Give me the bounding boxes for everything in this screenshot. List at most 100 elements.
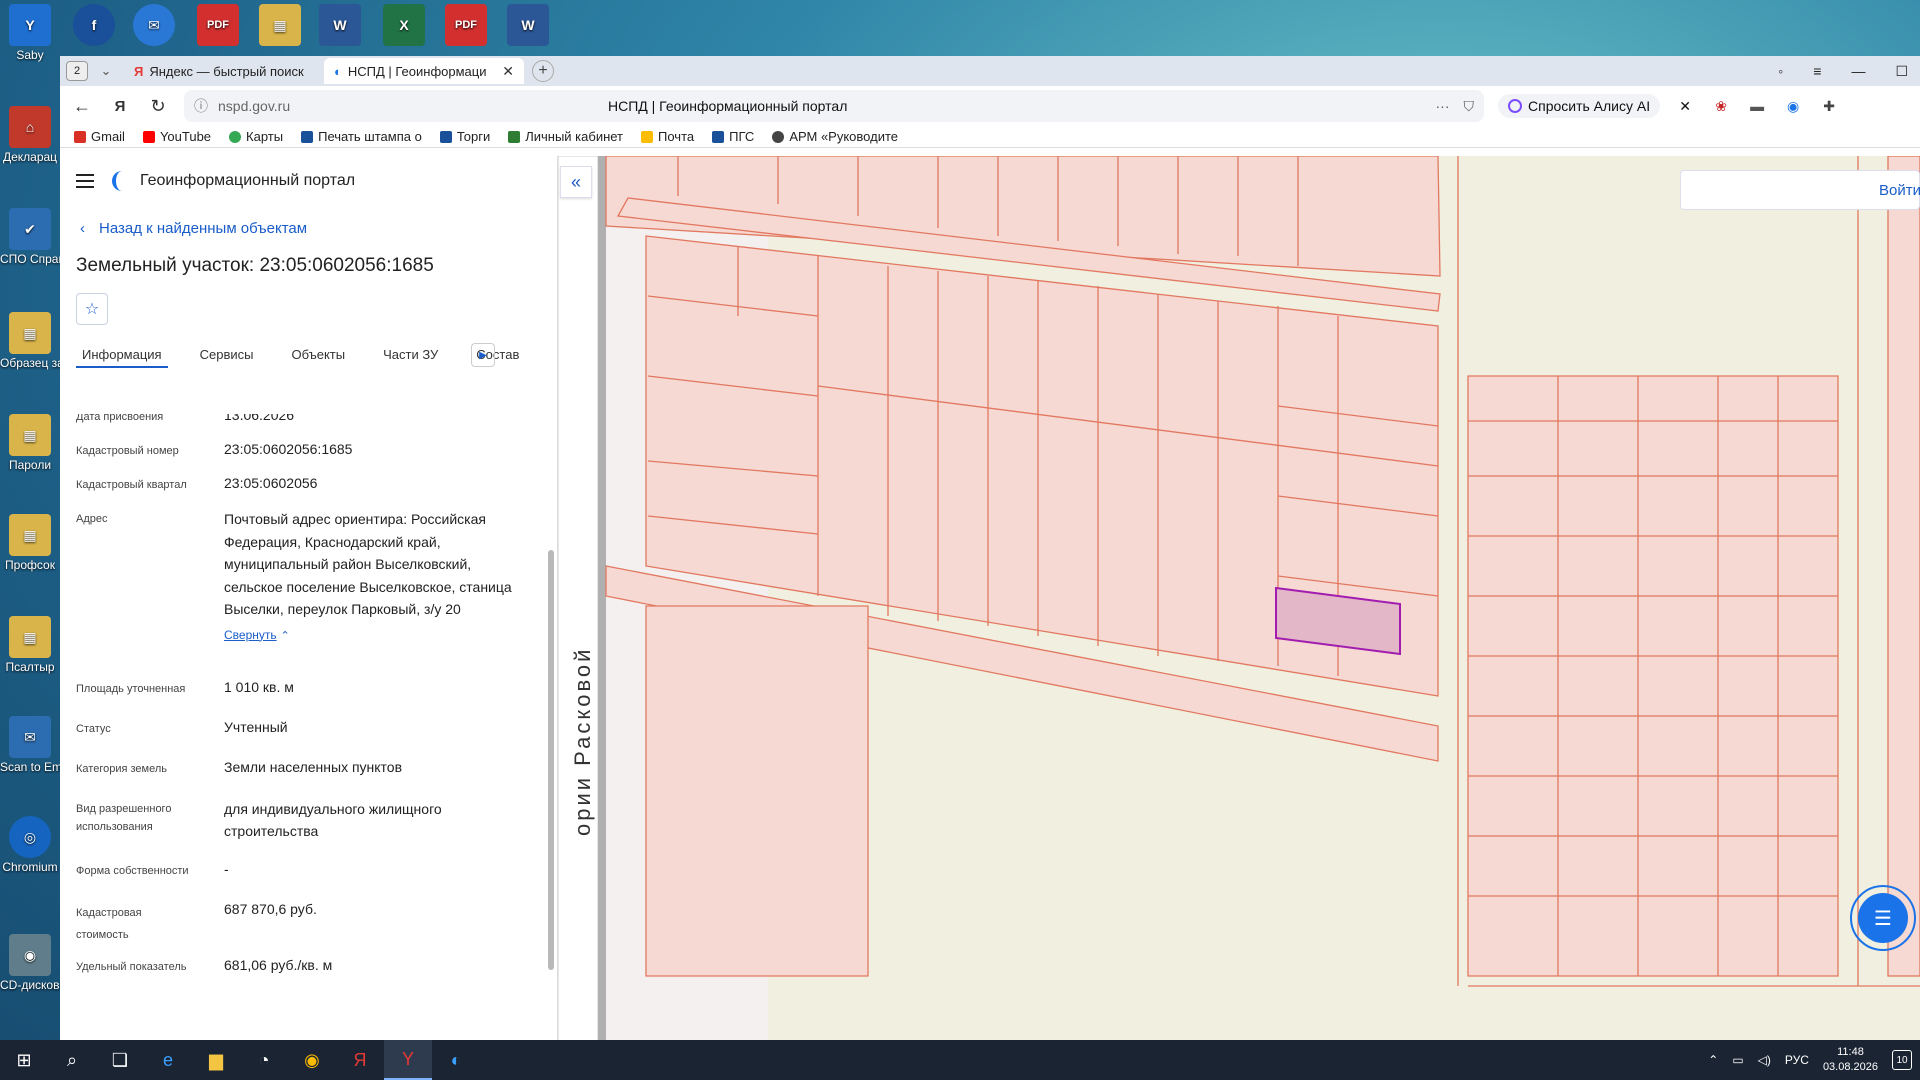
desktop-icon-mail[interactable]: ✉ (124, 4, 184, 48)
extension-icon-1[interactable]: ✕ (1674, 95, 1696, 117)
back-arrow-icon[interactable]: ← (70, 96, 94, 117)
desktop-icon-declaration[interactable]: ⌂ Декларац (0, 106, 60, 164)
bookmark-youtube[interactable]: YouTube (142, 129, 211, 144)
menu-icon[interactable]: ≡ (1813, 63, 1821, 80)
close-tab-icon[interactable]: ✕ (502, 63, 514, 80)
bookmark-cabinet[interactable]: Личный кабинет (508, 129, 623, 144)
tabs-dropdown-icon[interactable]: ⌄ (96, 63, 116, 79)
folder-icon: ▦ (9, 414, 51, 456)
prop-row: Кадастровый квартал 23:05:0602056 (76, 475, 318, 491)
map-canvas (558, 156, 1920, 1041)
mail-icon: ✉ (133, 4, 175, 46)
new-tab-button[interactable]: + (532, 60, 554, 82)
extension-icon-2[interactable]: ❀ (1710, 95, 1732, 117)
desktop-icon-word-1[interactable]: W (310, 4, 370, 48)
desktop-icon-union[interactable]: ▦ Профсок (0, 514, 60, 572)
collapse-address-link[interactable]: Свернуть (224, 628, 277, 642)
bookmarks-bar: Gmail YouTube Карты Печать штампа о Торг… (60, 126, 1920, 148)
tab-yandex[interactable]: Я Яндекс — быстрый поиск (124, 58, 324, 84)
desktop-icon-passwords[interactable]: ▦ Пароли (0, 414, 60, 472)
tab-count-badge[interactable]: 2 (66, 61, 88, 81)
desktop-icon-scan[interactable]: ✉ Scan to Em (0, 716, 60, 774)
ask-alice-button[interactable]: Спросить Алису AI (1498, 94, 1661, 118)
taskbar-messenger-icon[interactable]: ◐ (432, 1040, 480, 1080)
tab-objects[interactable]: Объекты (285, 343, 351, 366)
profile-icon[interactable]: ◦ (1778, 63, 1783, 80)
bookmark-maps[interactable]: Карты (229, 129, 283, 144)
tab-information[interactable]: Информация (76, 343, 168, 368)
extension-icon-3[interactable]: ▬ (1746, 95, 1768, 117)
cadastral-map[interactable]: « Войти ории Расковой ☰ (558, 156, 1920, 1041)
desktop-icon-psalter[interactable]: ▦ Псалтыр (0, 616, 60, 674)
desktop-icon-saby[interactable]: Y Saby (0, 4, 60, 62)
tabs-scroll-right-button[interactable]: ▶ (471, 343, 495, 367)
bookmark-stamp[interactable]: Печать штампа о (301, 129, 422, 144)
yandex-home-icon[interactable]: Я (108, 98, 132, 115)
maximize-icon[interactable]: ☐ (1895, 63, 1908, 80)
clock[interactable]: 11:48 03.08.2026 (1823, 1045, 1878, 1075)
bookmark-auctions[interactable]: Торги (439, 129, 490, 144)
cd-drive-icon: ◉ (9, 934, 51, 976)
prop-row: Форма собственности - (76, 861, 229, 877)
desktop-icon-pdf-1[interactable]: PDF (188, 4, 248, 48)
edge-icon[interactable]: e (144, 1040, 192, 1080)
tab-parts[interactable]: Части ЗУ (377, 343, 444, 366)
hamburger-menu-icon[interactable] (76, 174, 94, 188)
login-button[interactable]: Войти (1680, 170, 1920, 210)
yandex-browser-icon[interactable]: Y (384, 1040, 432, 1080)
star-icon: ☆ (84, 301, 100, 318)
chrome-icon[interactable]: ◉ (288, 1040, 336, 1080)
bookmark-mail[interactable]: Почта (641, 129, 694, 144)
back-to-results-link[interactable]: ‹ Назад к найденным объектам (60, 220, 557, 237)
desktop-icon-pdf-2[interactable]: PDF (436, 4, 496, 48)
word-icon: W (507, 4, 549, 46)
browser-window: 2 ⌄ Я Яндекс — быстрый поиск ◐ НСПД | Ге… (60, 56, 1920, 1041)
minimize-icon[interactable]: — (1851, 63, 1865, 80)
reload-icon[interactable]: ↻ (146, 96, 170, 117)
network-icon[interactable]: ▭ (1732, 1053, 1743, 1067)
panel-scrollbar[interactable] (548, 550, 554, 970)
search-icon[interactable]: ⌕ (48, 1040, 96, 1080)
desktop-icon-folder[interactable]: ▦ (250, 4, 310, 48)
desktop-icon-word-2[interactable]: W (498, 4, 558, 48)
language-indicator[interactable]: РУС (1785, 1053, 1809, 1067)
tab-bar: 2 ⌄ Я Яндекс — быстрый поиск ◐ НСПД | Ге… (60, 56, 1920, 86)
desktop-icon-excel[interactable]: X (374, 4, 434, 48)
parcel-title: Земельный участок: 23:05:0602056:1685 (76, 255, 434, 276)
desktop-icon-spo[interactable]: ✔СПО Справки Б (0, 208, 60, 266)
tab-nspd[interactable]: ◐ НСПД | Геоинформаци ✕ (324, 58, 524, 84)
excel-icon: X (383, 4, 425, 46)
desktop-top-icons: Y Saby f ✉ PDF ▦ W X PDF W (0, 0, 1920, 62)
taskbar-app-c-icon[interactable]: ◔ (240, 1040, 288, 1080)
folder-icon: ▦ (9, 514, 51, 556)
bookmark-pgs[interactable]: ПГС (712, 129, 754, 144)
volume-icon[interactable]: ◁) (1758, 1053, 1771, 1067)
windows-start-icon[interactable]: ⊞ (0, 1040, 48, 1080)
desktop-icon-flash[interactable]: f (64, 4, 124, 48)
file-explorer-icon[interactable]: ▆ (192, 1040, 240, 1080)
task-view-icon[interactable]: ❏ (96, 1040, 144, 1080)
yandex-icon[interactable]: Я (336, 1040, 384, 1080)
url-field[interactable]: ⓘ nspd.gov.ru НСПД | Геоинформационный п… (184, 90, 1484, 122)
tab-services[interactable]: Сервисы (194, 343, 260, 366)
desktop-icon-sample[interactable]: ▦Образец заявлени (0, 312, 60, 370)
notifications-badge[interactable]: 10 (1892, 1050, 1912, 1070)
more-icon[interactable]: ··· (1436, 98, 1450, 115)
prop-row: Категория земель Земли населенных пункто… (76, 759, 403, 775)
desktop-icon-cd[interactable]: ◉CD-дисков - Ярлык (0, 934, 60, 992)
extensions-puzzle-icon[interactable]: ✚ (1818, 95, 1840, 117)
address-bar: ← Я ↻ ⓘ nspd.gov.ru НСПД | Геоинформацио… (60, 86, 1920, 126)
collapse-panel-button[interactable]: « (560, 166, 592, 198)
portal-logo-icon (112, 171, 130, 191)
bookmark-arm[interactable]: АРМ «Руководите (772, 129, 898, 144)
bookmark-icon[interactable]: ⛉ (1464, 98, 1475, 115)
desktop-icon-chromium[interactable]: ◎ Chromium (0, 816, 60, 874)
chevron-up-icon[interactable]: ⌃ (1708, 1053, 1718, 1067)
folder-icon: ▦ (9, 616, 51, 658)
bookmark-gmail[interactable]: Gmail (74, 129, 125, 144)
portal-logo[interactable]: Геоинформационный портал (112, 171, 355, 191)
site-info-icon[interactable]: ⓘ (194, 96, 208, 116)
extension-icon-4[interactable]: ◉ (1782, 95, 1804, 117)
chat-button[interactable]: ☰ (1850, 885, 1916, 951)
favorite-button[interactable]: ☆ (76, 293, 108, 325)
